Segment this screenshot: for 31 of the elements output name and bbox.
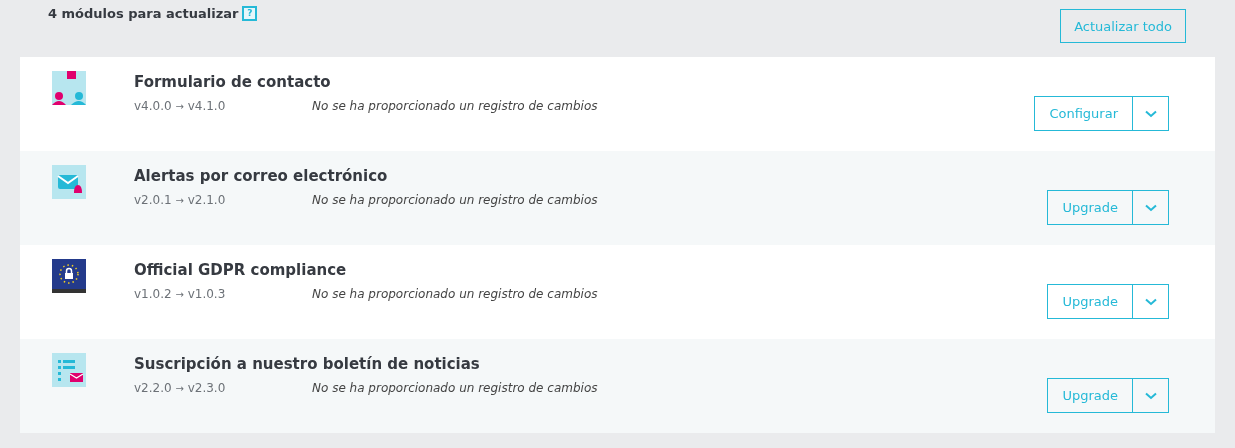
module-name: Alertas por correo electrónico	[134, 167, 389, 185]
changelog-note: No se ha proporcionado un registro de cambios	[312, 381, 598, 395]
contact-people-icon	[52, 71, 86, 105]
module-action-button[interactable]: Upgrade	[1047, 284, 1133, 319]
padlock-stars-icon	[52, 259, 86, 293]
chevron-down-icon	[1144, 297, 1157, 306]
changelog-note: No se ha proporcionado un registro de cambios	[312, 287, 598, 301]
chevron-down-icon	[1144, 109, 1157, 118]
list-envelope-icon	[52, 353, 86, 387]
module-name: Official GDPR compliance	[134, 261, 348, 279]
version-change: v1.0.2 → v1.0.3	[134, 287, 227, 301]
chevron-down-icon	[1144, 391, 1157, 400]
dropdown-toggle-button[interactable]	[1133, 96, 1169, 131]
help-icon[interactable]: ?	[242, 5, 258, 21]
dropdown-toggle-button[interactable]	[1133, 284, 1169, 319]
module-name: Suscripción a nuestro boletín de noticias	[134, 355, 481, 373]
version-change: v2.2.0 → v2.3.0	[134, 381, 227, 395]
dropdown-toggle-button[interactable]	[1133, 378, 1169, 413]
changelog-note: No se ha proporcionado un registro de cambios	[312, 193, 598, 207]
update-all-button[interactable]: Actualizar todo	[1060, 9, 1186, 43]
chevron-down-icon	[1144, 203, 1157, 212]
changelog-note: No se ha proporcionado un registro de cambios	[312, 99, 598, 113]
envelope-bell-icon	[52, 165, 86, 199]
version-change: v4.0.0 → v4.1.0	[134, 99, 227, 113]
module-action-button[interactable]: Upgrade	[1047, 378, 1133, 413]
dropdown-toggle-button[interactable]	[1133, 190, 1169, 225]
module-action-button[interactable]: Upgrade	[1047, 190, 1133, 225]
module-name: Formulario de contacto	[134, 73, 332, 91]
module-action-button[interactable]: Configurar	[1034, 96, 1133, 131]
modules-count-title: 4 módulos para actualizar	[48, 5, 239, 21]
version-change: v2.0.1 → v2.1.0	[134, 193, 227, 207]
